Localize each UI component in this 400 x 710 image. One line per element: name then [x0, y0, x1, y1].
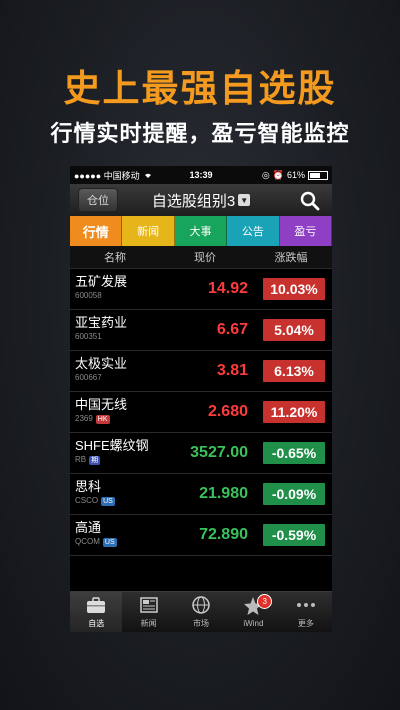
tab-4[interactable]: 盈亏 [279, 216, 332, 246]
category-tabs: 行情 新闻 大事 公告 盈亏 [70, 216, 332, 246]
stock-price: 72.890 [199, 526, 248, 543]
stock-info: 太极实业 600667 [75, 356, 127, 384]
stock-row[interactable]: 太极实业 600667 3.81 6.13% [70, 351, 332, 392]
stock-code-line: CSCO US [75, 495, 115, 507]
tab-bar-item-2[interactable]: 市场 [175, 592, 227, 632]
alarm-icon: ⏰ [272, 169, 284, 180]
phone-screen: ●●●●● 中国移动 13:39 ◎ ⏰ 61% 仓位 自选股组别3 ▼ 行情新… [70, 166, 332, 632]
tab-bar-label: 自选 [88, 619, 105, 628]
briefcase-icon [85, 595, 107, 618]
notification-badge: 3 [257, 594, 273, 609]
stock-row[interactable]: 五矿发展 600058 14.92 10.03% [70, 269, 332, 310]
stock-name: 亚宝药业 [75, 315, 128, 330]
stock-name: 思科 [75, 479, 102, 494]
stock-code: 600351 [75, 332, 102, 341]
stock-name: 太极实业 [75, 356, 128, 371]
lock-rotation-icon: ◎ [261, 169, 270, 180]
stock-code-line: 600667 [75, 372, 127, 384]
promo-subtitle: 行情实时提醒，盈亏智能监控 [50, 121, 350, 146]
search-icon[interactable] [300, 191, 320, 211]
stock-name: 高通 [75, 520, 102, 535]
stock-code-line: 600058 [75, 290, 127, 302]
tab-2[interactable]: 大事 [174, 216, 228, 246]
nav-bar: 仓位 自选股组别3 ▼ [70, 184, 332, 216]
stock-info: 中国无线 2369 HK [75, 397, 127, 425]
stock-code: 2369 [75, 414, 93, 423]
stock-price: 14.92 [207, 280, 248, 297]
stock-price: 3527.00 [190, 444, 248, 461]
globe-icon [190, 595, 212, 618]
stock-code: QCOM [75, 537, 100, 546]
tab-bar-label: 市场 [193, 619, 210, 628]
stock-price: 3.81 [216, 362, 248, 379]
market-badge: US [101, 496, 115, 506]
market-badge: HK [95, 414, 110, 424]
stock-code: RB [75, 455, 87, 464]
triangle-down-icon: ▼ [238, 194, 251, 206]
stock-code: CSCO [75, 496, 99, 505]
column-header: 名称 现价 涨跌幅 [70, 246, 332, 269]
stock-code-line: 600351 [75, 331, 127, 343]
column-name[interactable]: 名称 [70, 249, 160, 265]
stock-row[interactable]: 中国无线 2369 HK 2.680 11.20% [70, 392, 332, 433]
group-selector[interactable]: 自选股组别3 ▼ [70, 184, 332, 216]
bottom-tab-bar: 自选 新闻 市场 iWind 3 更多 [70, 591, 332, 632]
carrier-label: ●●●●● 中国移动 [74, 170, 140, 181]
stock-info: 思科 CSCO US [75, 479, 115, 507]
tab-bar-item-4[interactable]: 更多 [280, 592, 332, 632]
stock-price: 21.980 [199, 485, 248, 502]
group-title: 自选股组别3 [151, 192, 236, 210]
stock-change[interactable]: -0.59% [263, 524, 325, 546]
tab-bar-item-0[interactable]: 自选 [70, 592, 123, 632]
stock-name: 中国无线 [75, 397, 128, 412]
column-price[interactable]: 现价 [160, 249, 250, 265]
stock-code-line: RB 期 [75, 454, 149, 466]
tab-bar-label: 新闻 [140, 619, 157, 628]
stock-name: 五矿发展 [75, 274, 128, 289]
market-badge: US [102, 537, 117, 547]
stock-row[interactable]: 高通 QCOM US 72.890 -0.59% [70, 515, 332, 556]
tab-bar-label: 更多 [297, 619, 314, 628]
stock-price: 6.67 [216, 321, 248, 338]
stock-info: SHFE螺纹钢 RB 期 [75, 438, 149, 466]
tab-bar-item-3[interactable]: iWind 3 [227, 592, 279, 632]
stock-code-line: 2369 HK [75, 413, 127, 425]
column-change[interactable]: 涨跌幅 [250, 249, 332, 265]
status-bar: ●●●●● 中国移动 13:39 ◎ ⏰ 61% [70, 166, 332, 184]
stock-info: 五矿发展 600058 [75, 274, 127, 302]
stock-row[interactable]: SHFE螺纹钢 RB 期 3527.00 -0.65% [70, 433, 332, 474]
stock-change[interactable]: 5.04% [263, 319, 325, 341]
battery-percent: 61% [286, 170, 305, 180]
stock-code-line: QCOM US [75, 536, 117, 548]
stock-name: SHFE螺纹钢 [75, 438, 149, 453]
stock-row[interactable]: 亚宝药业 600351 6.67 5.04% [70, 310, 332, 351]
promo-title: 史上最强自选股 [63, 68, 337, 109]
stock-list: 五矿发展 600058 14.92 10.03% 亚宝药业 600351 6.67 5.04%… [70, 269, 332, 556]
stock-change[interactable]: 10.03% [263, 278, 325, 300]
wifi-icon [144, 173, 151, 178]
stock-price: 2.680 [207, 403, 248, 420]
stock-code: 600058 [75, 291, 102, 300]
tab-3[interactable]: 公告 [227, 216, 280, 246]
stock-row[interactable]: 思科 CSCO US 21.980 -0.09% [70, 474, 332, 515]
tab-bar-item-1[interactable]: 新闻 [122, 592, 174, 632]
stock-change[interactable]: 6.13% [263, 360, 325, 382]
stock-info: 高通 QCOM US [75, 520, 117, 548]
market-badge: 期 [89, 455, 101, 465]
stock-change[interactable]: -0.09% [263, 483, 325, 505]
more-icon [295, 595, 317, 618]
stock-code: 600667 [75, 373, 102, 382]
tab-1[interactable]: 新闻 [122, 216, 175, 246]
battery-icon [308, 170, 328, 180]
tab-0[interactable]: 行情 [70, 216, 123, 246]
stock-change[interactable]: -0.65% [263, 442, 325, 464]
stock-change[interactable]: 11.20% [263, 401, 325, 423]
newspaper-icon [138, 595, 160, 618]
stock-info: 亚宝药业 600351 [75, 315, 127, 343]
tab-bar-label: iWind [243, 619, 264, 628]
